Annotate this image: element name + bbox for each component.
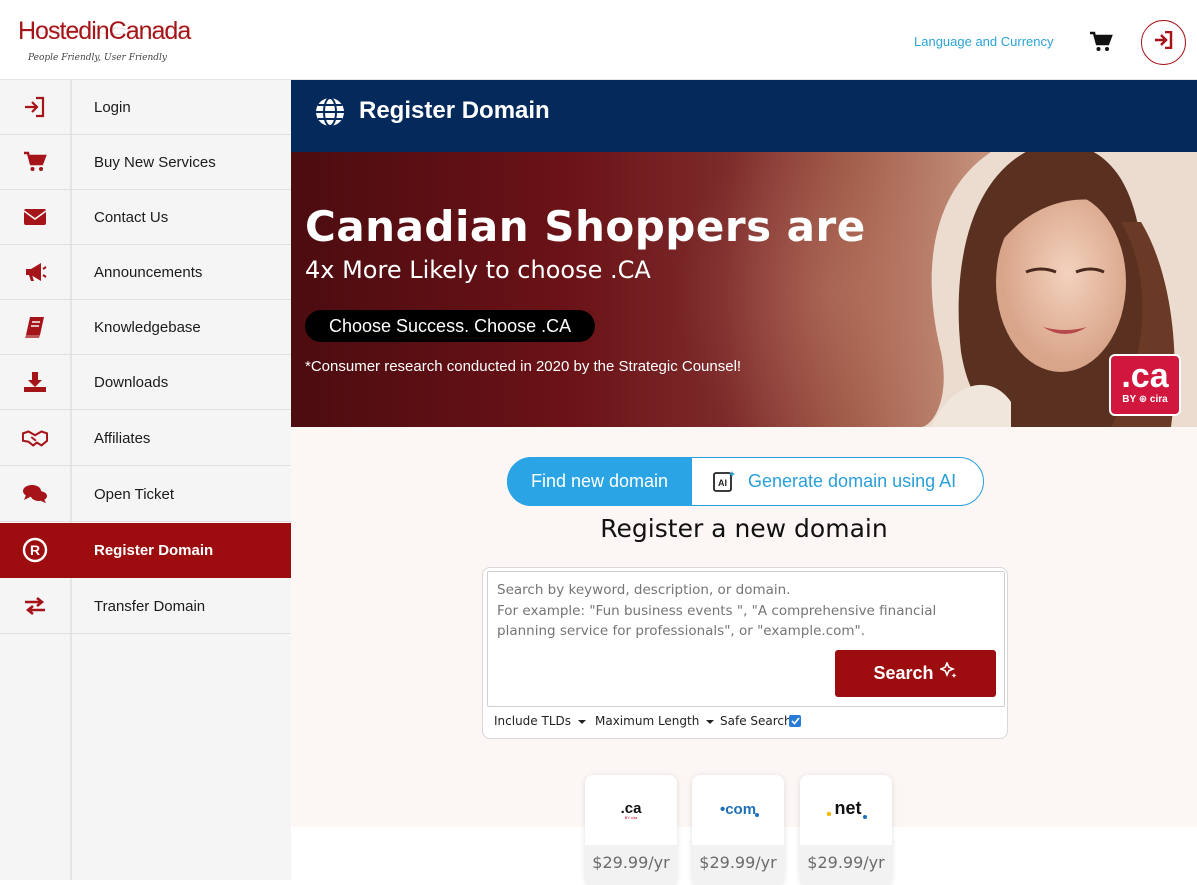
max-length-dropdown[interactable]: Maximum Length bbox=[595, 714, 715, 728]
ca-badge: .ca BY ⊕ cira bbox=[1109, 354, 1181, 416]
handshake-icon bbox=[22, 425, 48, 451]
svg-text:AI: AI bbox=[718, 478, 727, 488]
sidebar-item-announcements[interactable]: Announcements bbox=[0, 245, 291, 300]
login-button[interactable] bbox=[1141, 20, 1186, 65]
site-logo[interactable]: HostedinCanada HostedinCanada People Fri… bbox=[18, 16, 191, 68]
generate-ai-label: Generate domain using AI bbox=[748, 471, 957, 491]
safe-search-label: Safe Search bbox=[720, 714, 792, 728]
registered-icon: R bbox=[22, 537, 48, 563]
sidebar-item-knowledgebase[interactable]: Knowledgebase bbox=[0, 300, 291, 355]
sidebar-item-label: Transfer Domain bbox=[94, 598, 206, 615]
sidebar: Login Buy New Services Contact Us Announ… bbox=[0, 80, 291, 880]
safe-search-checkbox[interactable] bbox=[789, 715, 801, 727]
search-button-label: Search bbox=[873, 663, 934, 683]
ai-icon: AI bbox=[712, 470, 736, 494]
sidebar-item-label: Knowledgebase bbox=[94, 319, 201, 336]
sidebar-item-label: Affiliates bbox=[94, 430, 151, 447]
banner-subheadline: 4x More Likely to choose .CA bbox=[305, 256, 651, 284]
logo-reflection: HostedinCanada bbox=[18, 24, 191, 38]
tld-price: $29.99/yr bbox=[585, 845, 677, 885]
cart-icon[interactable] bbox=[1089, 31, 1113, 53]
banner-footnote: *Consumer research conducted in 2020 by … bbox=[305, 358, 742, 375]
tld-price: $29.99/yr bbox=[800, 845, 892, 885]
login-icon bbox=[1154, 30, 1174, 54]
tld-card-com[interactable]: •com $29.99/yr bbox=[692, 775, 784, 885]
tld-price: $29.99/yr bbox=[692, 845, 784, 885]
ca-badge-byline: BY ⊕ cira bbox=[1122, 394, 1168, 405]
megaphone-icon bbox=[22, 259, 48, 285]
banner-pill: Choose Success. Choose .CA bbox=[305, 310, 596, 342]
banner-headline: Canadian Shoppers are bbox=[305, 202, 866, 251]
sidebar-item-login[interactable]: Login bbox=[0, 80, 291, 135]
sidebar-item-label: Downloads bbox=[94, 374, 169, 391]
sidebar-item-buy-new-services[interactable]: Buy New Services bbox=[0, 135, 291, 190]
chat-icon bbox=[22, 481, 48, 507]
include-tlds-dropdown[interactable]: Include TLDs bbox=[494, 714, 587, 728]
sidebar-item-label: Contact Us bbox=[94, 209, 169, 226]
search-button[interactable]: Search bbox=[835, 650, 996, 697]
sidebar-item-downloads[interactable]: Downloads bbox=[0, 355, 291, 410]
tld-card-net[interactable]: net $29.99/yr bbox=[800, 775, 892, 885]
svg-text:net: net bbox=[835, 799, 862, 818]
ca-badge-text: .ca bbox=[1121, 357, 1169, 395]
include-tlds-label: Include TLDs bbox=[494, 714, 572, 728]
language-currency-link[interactable]: Language and Currency bbox=[914, 34, 1054, 49]
svg-text:R: R bbox=[30, 542, 40, 558]
download-icon bbox=[22, 369, 48, 395]
net-logo: net bbox=[800, 775, 892, 845]
caret-down-icon bbox=[706, 719, 715, 724]
sidebar-item-open-ticket[interactable]: Open Ticket bbox=[0, 467, 291, 522]
transfer-icon bbox=[22, 593, 48, 619]
cart-icon bbox=[22, 149, 48, 175]
promo-banner: Canadian Shoppers are 4x More Likely to … bbox=[291, 152, 1197, 427]
page-title: Register Domain bbox=[359, 97, 550, 124]
svg-text:BY cira: BY cira bbox=[625, 815, 639, 820]
sidebar-item-label: Register Domain bbox=[94, 542, 214, 559]
caret-down-icon bbox=[578, 719, 587, 724]
sidebar-item-contact-us[interactable]: Contact Us bbox=[0, 190, 291, 245]
generate-ai-domain-tab[interactable]: AI Generate domain using AI bbox=[692, 457, 984, 506]
sidebar-item-transfer-domain[interactable]: Transfer Domain bbox=[0, 579, 291, 634]
globe-icon bbox=[314, 96, 346, 128]
ca-logo: .ca BY cira bbox=[585, 775, 677, 845]
sidebar-item-label: Open Ticket bbox=[94, 486, 175, 503]
sidebar-item-label: Login bbox=[94, 99, 131, 116]
sidebar-item-register-domain[interactable]: R Register Domain bbox=[0, 523, 291, 578]
max-length-label: Maximum Length bbox=[595, 714, 700, 728]
svg-text:•com: •com bbox=[720, 801, 756, 818]
page-title-bar: Register Domain bbox=[291, 80, 1197, 152]
tld-card-ca[interactable]: .ca BY cira $29.99/yr bbox=[585, 775, 677, 885]
sidebar-item-label: Buy New Services bbox=[94, 154, 216, 171]
sparkle-icon bbox=[938, 660, 958, 685]
login-icon bbox=[22, 94, 48, 120]
sidebar-item-affiliates[interactable]: Affiliates bbox=[0, 411, 291, 466]
domain-search-input[interactable] bbox=[497, 580, 989, 654]
register-heading: Register a new domain bbox=[600, 514, 888, 543]
logo-tagline: People Friendly, User Friendly bbox=[28, 53, 167, 63]
sidebar-item-label: Announcements bbox=[94, 264, 203, 281]
envelope-icon bbox=[22, 204, 48, 230]
com-logo: •com bbox=[692, 775, 784, 845]
book-icon bbox=[22, 314, 48, 340]
find-new-domain-tab[interactable]: Find new domain bbox=[507, 457, 692, 506]
top-header: HostedinCanada HostedinCanada People Fri… bbox=[0, 0, 1197, 80]
